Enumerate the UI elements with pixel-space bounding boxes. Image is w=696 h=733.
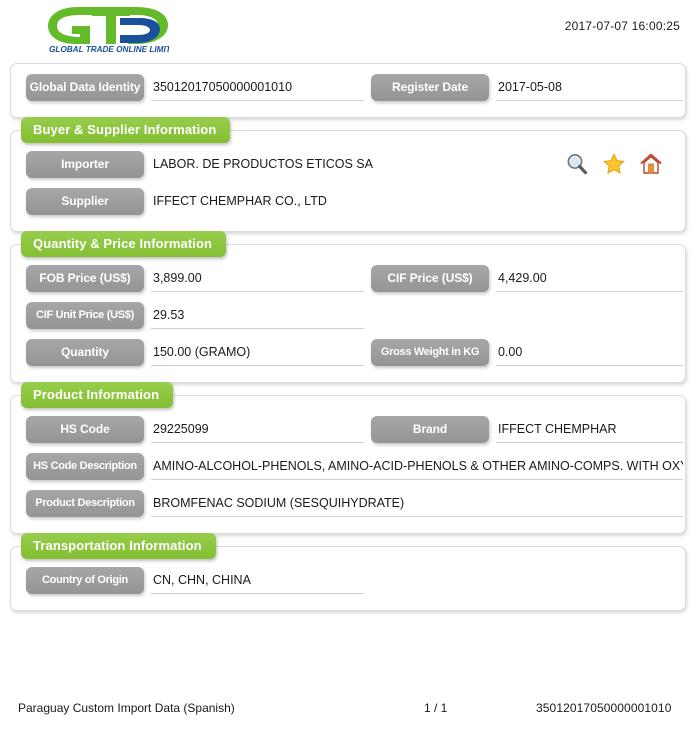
hs-code-row: HS Code 29225099 Brand IFFECT CHEMPHAR [19,416,683,447]
footer-record-id: 35012017050000001010 [536,701,672,715]
hs-code-value[interactable]: 29225099 [151,416,364,443]
price-row: FOB Price (US$) 3,899.00 CIF Price (US$)… [19,265,683,296]
search-icon[interactable] [565,152,589,176]
importer-label: Importer [26,151,144,178]
gto-logo: GLOBAL TRADE ONLINE LIMITED [44,4,169,54]
country-of-origin-value[interactable]: CN, CHN, CHINA [151,567,364,594]
page-footer: Paraguay Custom Import Data (Spanish) 1 … [0,701,696,723]
transportation-panel: Transportation Information Country of Or… [10,533,686,611]
fob-price-label: FOB Price (US$) [26,265,144,292]
product-section-title: Product Information [21,382,174,408]
importer-value[interactable]: LABOR. DE PRODUCTOS ETICOS SA [151,151,571,178]
identity-row: Global Data Identity 3501201705000000101… [19,74,683,105]
supplier-value[interactable]: IFFECT CHEMPHAR CO., LTD [151,188,571,215]
fob-price-value[interactable]: 3,899.00 [151,265,364,292]
product-description-row: Product Description BROMFENAC SODIUM (SE… [19,490,683,521]
quantity-row: Quantity 150.00 (GRAMO) Gross Weight in … [19,339,683,370]
home-icon[interactable] [639,152,663,176]
global-data-identity-label: Global Data Identity [26,74,144,101]
identity-panel-body: Global Data Identity 3501201705000000101… [11,64,685,117]
identity-panel: Global Data Identity 3501201705000000101… [10,63,686,118]
product-description-label: Product Description [26,490,144,517]
cif-unit-price-value[interactable]: 29.53 [151,302,364,329]
hs-code-label: HS Code [26,416,144,443]
brand-label: Brand [371,416,489,443]
quantity-value[interactable]: 150.00 (GRAMO) [151,339,364,366]
gross-weight-value[interactable]: 0.00 [496,339,683,366]
register-date-value[interactable]: 2017-05-08 [496,74,683,101]
document-page: GLOBAL TRADE ONLINE LIMITED 2017-07-07 1… [0,0,696,733]
gross-weight-label: Gross Weight in KG [371,339,489,366]
cif-unit-price-row: CIF Unit Price (US$) 29.53 [19,302,677,333]
global-data-identity-value[interactable]: 35012017050000001010 [151,74,364,101]
buyer-supplier-panel: Buyer & Supplier Information Importer LA… [10,117,686,232]
product-panel: Product Information HS Code 29225099 Bra… [10,382,686,534]
product-description-value[interactable]: BROMFENAC SODIUM (SESQUIHYDRATE) [151,490,683,517]
country-of-origin-row: Country of Origin CN, CHN, CHINA [19,567,677,598]
product-panel-body: HS Code 29225099 Brand IFFECT CHEMPHAR H… [11,396,685,533]
register-date-label: Register Date [371,74,489,101]
brand-value[interactable]: IFFECT CHEMPHAR [496,416,683,443]
buyer-supplier-panel-body: Importer LABOR. DE PRODUCTOS ETICOS SA S… [11,131,685,231]
hs-code-description-value[interactable]: AMINO-ALCOHOL-PHENOLS, AMINO-ACID-PHENOL… [151,453,683,480]
country-of-origin-label: Country of Origin [26,567,144,594]
quantity-price-panel-body: FOB Price (US$) 3,899.00 CIF Price (US$)… [11,245,685,382]
cif-price-label: CIF Price (US$) [371,265,489,292]
importer-row: Importer LABOR. DE PRODUCTOS ETICOS SA [19,151,677,182]
transportation-section-title: Transportation Information [21,533,216,559]
hs-code-description-row: HS Code Description AMINO-ALCOHOL-PHENOL… [19,453,683,484]
supplier-row: Supplier IFFECT CHEMPHAR CO., LTD [19,188,677,219]
logo-subtitle-text: GLOBAL TRADE ONLINE LIMITED [49,45,169,54]
quantity-price-panel: Quantity & Price Information FOB Price (… [10,231,686,383]
hs-code-description-label: HS Code Description [26,453,144,480]
quantity-price-section-title: Quantity & Price Information [21,231,227,257]
star-icon[interactable] [602,152,626,176]
record-action-icons [565,152,663,176]
supplier-label: Supplier [26,188,144,215]
footer-page-number: 1 / 1 [424,701,448,715]
buyer-supplier-section-title: Buyer & Supplier Information [21,117,231,143]
cif-price-value[interactable]: 4,429.00 [496,265,683,292]
page-header: GLOBAL TRADE ONLINE LIMITED 2017-07-07 1… [0,0,696,58]
quantity-label: Quantity [26,339,144,366]
footer-dataset-name: Paraguay Custom Import Data (Spanish) [18,701,235,715]
cif-unit-price-label: CIF Unit Price (US$) [26,302,144,329]
header-datetime: 2017-07-07 16:00:25 [564,19,680,33]
